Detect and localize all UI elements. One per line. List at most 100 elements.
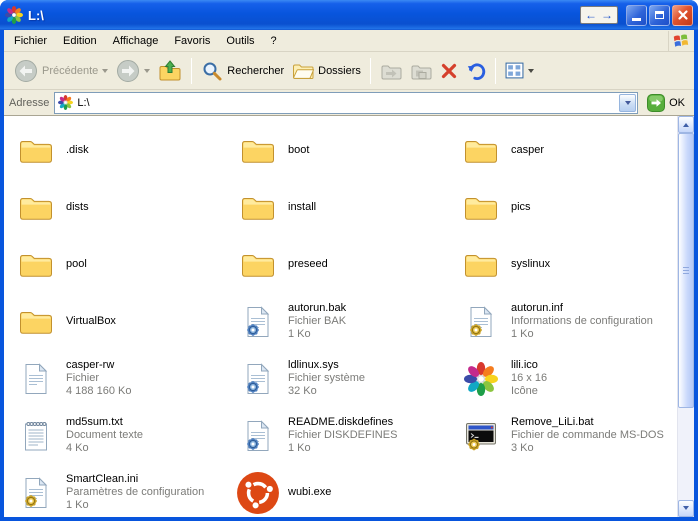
close-icon: [677, 10, 688, 20]
file-detail: 16 x 16: [511, 372, 548, 384]
file-icon: [14, 357, 58, 401]
file-tile[interactable]: md5sum.txt Document texte 4 Ko: [14, 414, 236, 458]
address-dropdown-button[interactable]: [619, 93, 637, 112]
menu-edition[interactable]: Edition: [55, 32, 105, 50]
file-detail: 1 Ko: [66, 499, 89, 511]
maximize-button[interactable]: [649, 4, 670, 26]
file-detail: Fichier de commande MS-DOS: [511, 429, 664, 441]
file-name: dists: [66, 201, 89, 213]
left-arrow-icon: ←: [585, 8, 597, 22]
file-tile[interactable]: SmartClean.ini Paramètres de configuratio…: [14, 471, 236, 515]
lili-flower-icon: [5, 6, 23, 24]
menu-aide[interactable]: ?: [263, 32, 285, 50]
menu-bar: Fichier Edition Affichage Favoris Outils…: [4, 30, 694, 52]
menu-outils[interactable]: Outils: [218, 32, 262, 50]
folder-icon: [14, 243, 58, 287]
file-tile[interactable]: autorun.inf Informations de configuration…: [459, 300, 677, 344]
search-label: Rechercher: [227, 64, 285, 77]
file-tile[interactable]: lili.ico 16 x 16 Icône: [459, 357, 677, 401]
forward-button[interactable]: [112, 56, 154, 86]
file-name: casper: [511, 144, 545, 156]
file-detail: 1 Ko: [288, 442, 311, 454]
file-detail: Paramètres de configuration: [66, 486, 205, 498]
file-detail: Informations de configuration: [511, 315, 653, 327]
file-tile[interactable]: casper: [459, 129, 677, 173]
folders-icon: [293, 64, 315, 79]
folder-icon: [236, 243, 280, 287]
views-button[interactable]: [501, 58, 538, 83]
maximize-icon: [655, 11, 664, 19]
vertical-scrollbar[interactable]: [677, 116, 694, 517]
undo-button[interactable]: [462, 58, 490, 84]
file-tile[interactable]: README.diskdefines Fichier DISKDEFINES 1 K…: [236, 414, 459, 458]
folder-icon: [459, 186, 503, 230]
delete-button[interactable]: [436, 59, 462, 83]
file-tile[interactable]: install: [236, 186, 459, 230]
system-file-icon: [236, 357, 280, 401]
scrollbar-thumb[interactable]: [678, 133, 694, 409]
address-input[interactable]: [77, 92, 616, 113]
file-detail: 1 Ko: [511, 328, 534, 340]
address-combo[interactable]: [54, 91, 639, 114]
file-detail: 1 Ko: [288, 328, 311, 340]
window-body: Fichier Edition Affichage Favoris Outils…: [4, 30, 694, 517]
close-button[interactable]: [672, 4, 693, 26]
file-name: md5sum.txt: [66, 416, 123, 428]
file-tile[interactable]: autorun.bak Fichier BAK 1 Ko: [236, 300, 459, 344]
go-label: OK: [669, 96, 685, 109]
menu-favoris[interactable]: Favoris: [166, 32, 218, 50]
file-name: boot: [288, 144, 310, 156]
config-file-icon: [459, 300, 503, 344]
minimize-button[interactable]: [626, 4, 647, 26]
chevron-down-icon: [624, 101, 631, 108]
scroll-up-button[interactable]: [678, 116, 694, 133]
search-button[interactable]: Rechercher: [197, 57, 288, 85]
forward-dropdown-icon: [144, 69, 151, 76]
right-arrow-icon: →: [601, 8, 613, 22]
file-tile[interactable]: .disk: [14, 129, 236, 173]
file-tile[interactable]: pics: [459, 186, 677, 230]
move-to-folder-icon: [381, 65, 402, 79]
file-name: pics: [511, 201, 531, 213]
file-grid: .disk boot casper dists install pics pool prese…: [4, 116, 677, 517]
title-bar[interactable]: L:\ ← →: [0, 0, 698, 30]
scrollbar-track[interactable]: [678, 133, 694, 500]
explorer-window: L:\ ← → Fichier Edition Affichage Favoris…: [0, 0, 698, 521]
move-to-button[interactable]: [376, 57, 406, 85]
file-name: casper-rw: [66, 359, 115, 371]
folders-button[interactable]: Dossiers: [288, 57, 365, 85]
file-tile[interactable]: ldlinux.sys Fichier système 32 Ko: [236, 357, 459, 401]
folder-icon: [236, 129, 280, 173]
file-name: lili.ico: [511, 359, 538, 371]
arrow-down-icon: [683, 506, 689, 513]
copy-to-button[interactable]: [406, 57, 436, 85]
file-tile[interactable]: dists: [14, 186, 236, 230]
file-tile[interactable]: wubi.exe: [236, 471, 459, 515]
menu-fichier[interactable]: Fichier: [6, 32, 55, 50]
menu-affichage[interactable]: Affichage: [105, 32, 167, 50]
file-tile[interactable]: Remove_LiLi.bat Fichier de commande MS-DO…: [459, 414, 677, 458]
file-tile[interactable]: syslinux: [459, 243, 677, 287]
system-file-icon: [236, 414, 280, 458]
folder-icon: [14, 129, 58, 173]
up-button[interactable]: [154, 56, 186, 86]
back-button[interactable]: Précédente: [10, 56, 112, 86]
file-name: autorun.inf: [511, 302, 563, 314]
file-tile[interactable]: boot: [236, 129, 459, 173]
scroll-down-button[interactable]: [678, 500, 694, 517]
file-tile[interactable]: preseed: [236, 243, 459, 287]
file-tile[interactable]: VirtualBox: [14, 300, 236, 344]
minimize-icon: [632, 17, 641, 21]
file-name: SmartClean.ini: [66, 473, 139, 485]
toolbar: Précédente Rechercher Dossiers: [4, 52, 694, 90]
file-tile[interactable]: casper-rw Fichier 4 188 160 Ko: [14, 357, 236, 401]
file-tile[interactable]: pool: [14, 243, 236, 287]
file-name: VirtualBox: [66, 315, 116, 327]
back-dropdown-icon: [102, 69, 109, 76]
toolbar-separator: [191, 57, 193, 84]
file-name: preseed: [288, 258, 328, 270]
nav-arrows-button[interactable]: ← →: [580, 6, 618, 24]
drive-icon: [58, 95, 74, 110]
go-button[interactable]: OK: [643, 93, 689, 113]
forward-icon: [117, 59, 140, 82]
